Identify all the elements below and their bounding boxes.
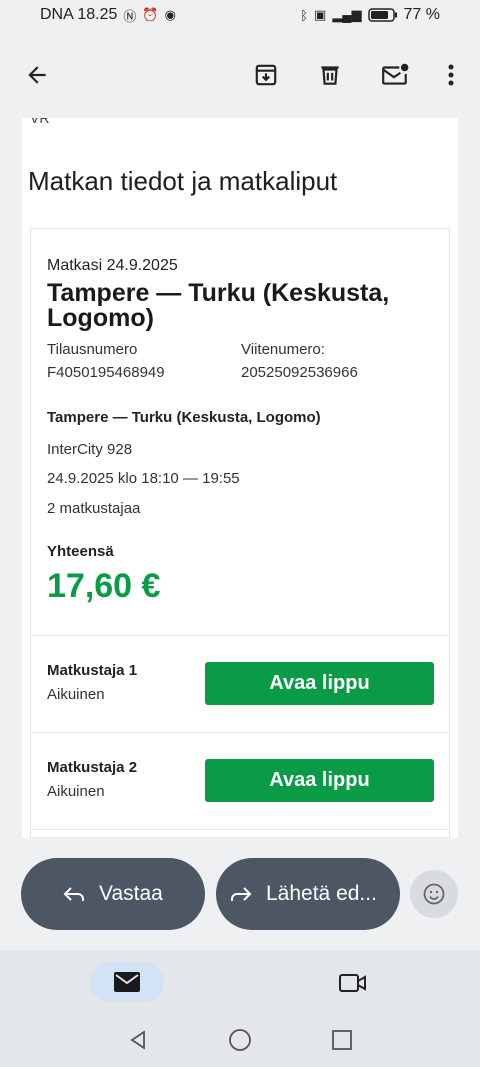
- sender-cut-text: VR: [30, 118, 50, 126]
- nfc-icon: Ⓝ: [123, 8, 137, 24]
- passenger-count: 2 matkustajaa: [47, 500, 141, 517]
- trip-card: Matkasi 24.9.2025 Tampere — Turku (Kesku…: [30, 228, 450, 838]
- app-bar: [0, 30, 480, 118]
- detail-route: Tampere — Turku (Keskusta, Logomo): [47, 409, 321, 426]
- system-navigation-bar: [0, 1010, 480, 1067]
- back-button[interactable]: [22, 60, 52, 90]
- emoji-reaction-button[interactable]: [410, 870, 458, 918]
- total-label: Yhteensä: [47, 543, 114, 560]
- section-title: Matkan tiedot ja matkaliput: [28, 166, 338, 196]
- order-number-label: Tilausnumero: [47, 341, 138, 358]
- alarm-icon: ⏰: [142, 7, 159, 22]
- system-home-button[interactable]: [228, 1028, 252, 1052]
- arrow-back-icon: [28, 66, 46, 84]
- carrier-time: DNA 18.25: [40, 6, 118, 23]
- mail-unread-icon: [382, 63, 409, 85]
- circle-home-icon: [229, 1029, 251, 1051]
- forward-icon: [231, 887, 252, 901]
- archive-button[interactable]: [251, 60, 281, 90]
- messenger-icon: ◉: [164, 7, 176, 22]
- divider: [31, 635, 449, 636]
- delete-button[interactable]: [315, 60, 345, 90]
- trip-time: 24.9.2025 klo 18:10 — 19:55: [47, 470, 240, 487]
- passenger-1-name: Matkustaja 1: [47, 662, 138, 679]
- total-price: 17,60 €: [47, 567, 161, 605]
- reply-label: Vastaa: [99, 882, 163, 905]
- reply-button[interactable]: Vastaa: [21, 858, 205, 930]
- battery-percent: 77 %: [403, 6, 440, 23]
- trip-date: Matkasi 24.9.2025: [47, 257, 178, 274]
- system-recents-button[interactable]: [330, 1028, 354, 1052]
- forward-label: Lähetä ed...: [266, 882, 377, 905]
- forward-button[interactable]: Lähetä ed...: [216, 858, 400, 930]
- archive-icon: [255, 64, 277, 86]
- open-ticket-button-1[interactable]: Avaa lippu: [205, 662, 434, 705]
- reference-number-label: Viitenumero:: [241, 341, 325, 358]
- system-back-button[interactable]: [126, 1028, 150, 1052]
- nav-meet-tab[interactable]: [336, 966, 370, 1000]
- more-options-button[interactable]: [436, 60, 466, 90]
- reply-icon: [63, 887, 84, 901]
- nav-mail-tab[interactable]: [90, 962, 164, 1002]
- divider: [31, 829, 449, 830]
- email-body: VR Matkan tiedot ja matkaliput Matkasi 2…: [22, 118, 458, 838]
- status-bar: DNA 18.25 Ⓝ ⏰ ◉ ᛒ ▣ ▂▄▆ 77 %: [0, 0, 480, 30]
- bottom-navigation: [0, 950, 480, 1010]
- square-recents-icon: [332, 1030, 352, 1050]
- battery-icon: [367, 8, 397, 22]
- bluetooth-icon: ᛒ: [300, 7, 309, 23]
- trip-route-title: Tampere — Turku (Keskusta, Logomo): [47, 279, 390, 332]
- passenger-2-name: Matkustaja 2: [47, 759, 138, 776]
- order-number: F4050195468949: [47, 364, 165, 381]
- passenger-1-type: Aikuinen: [47, 686, 105, 703]
- status-right: ᛒ ▣ ▂▄▆ 77 %: [300, 6, 440, 24]
- status-left: DNA 18.25 Ⓝ ⏰ ◉: [40, 6, 176, 25]
- emoji-icon: [423, 883, 445, 905]
- train-name: InterCity 928: [47, 441, 133, 458]
- triangle-back-icon: [130, 1030, 145, 1050]
- video-camera-icon: [339, 974, 366, 992]
- passenger-2-type: Aikuinen: [47, 783, 105, 800]
- divider: [31, 732, 449, 733]
- more-vert-icon: [448, 64, 454, 86]
- signal-icon: ▂▄▆: [332, 7, 362, 22]
- mail-icon: [114, 972, 140, 992]
- open-ticket-button-2[interactable]: Avaa lippu: [205, 759, 434, 802]
- volte-icon: ▣: [314, 7, 327, 22]
- reference-number: 20525092536966: [241, 364, 358, 381]
- reply-actions-bar: Vastaa Lähetä ed...: [0, 838, 480, 950]
- mark-unread-button[interactable]: [380, 60, 410, 90]
- trash-icon: [321, 66, 339, 85]
